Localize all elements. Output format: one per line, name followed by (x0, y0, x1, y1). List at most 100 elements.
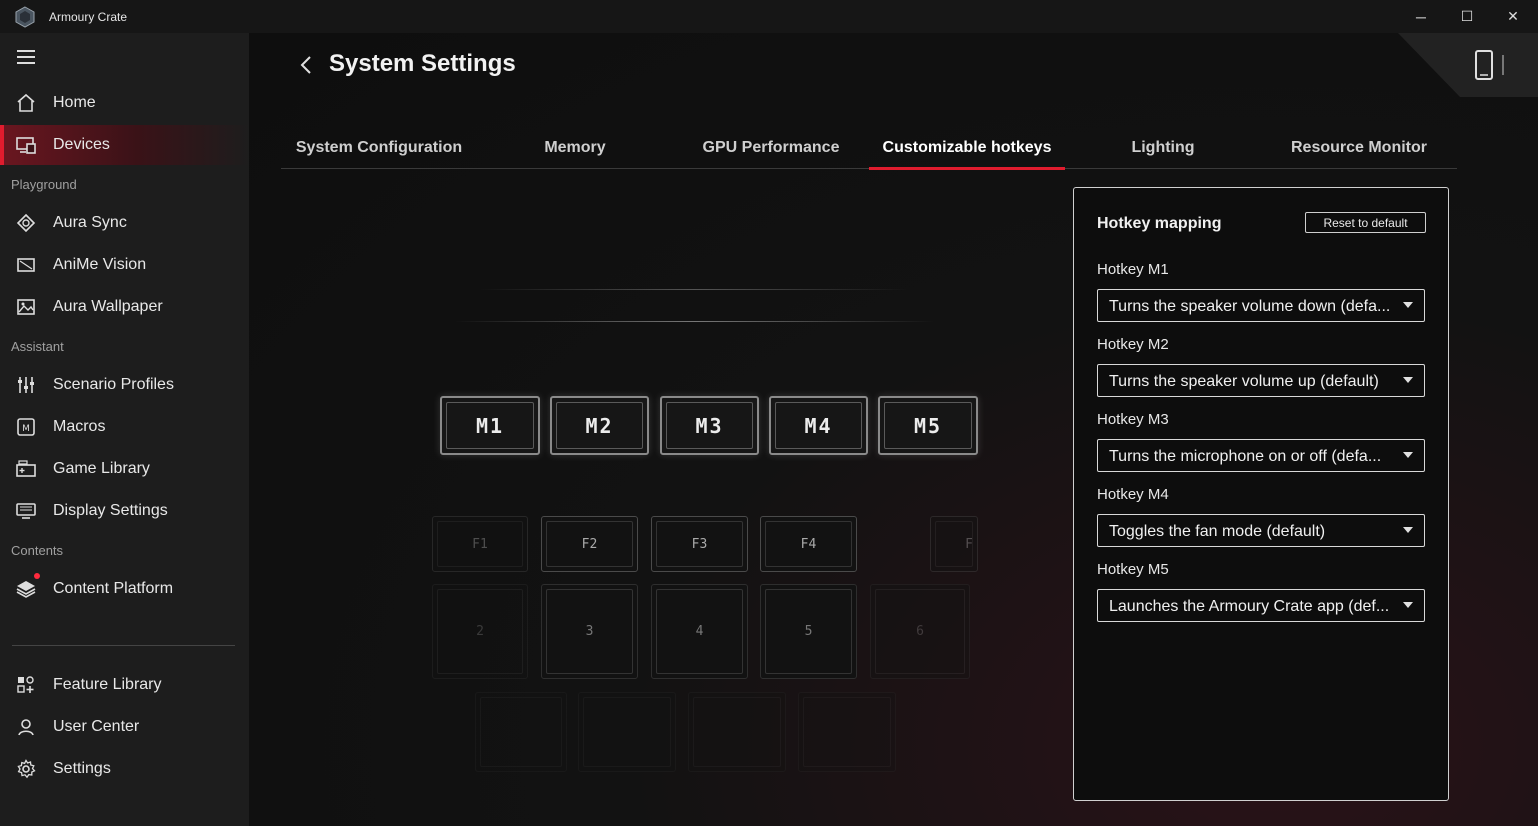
page-title: System Settings (329, 50, 516, 77)
game-library-icon (15, 458, 37, 480)
sidebar-item-label: Aura Sync (53, 214, 127, 231)
keyboard-key (578, 692, 676, 772)
keyboard-edge-line (480, 289, 910, 290)
user-icon (15, 716, 37, 738)
sidebar-item-label: Settings (53, 760, 111, 777)
function-key: F3 (651, 516, 748, 572)
sidebar-item-scenario-profiles[interactable]: Scenario Profiles (0, 365, 249, 405)
sidebar-item-settings[interactable]: Settings (0, 749, 249, 789)
macro-key-m2[interactable]: M2 (550, 396, 649, 455)
caret-down-icon (1403, 527, 1413, 533)
corner-decoration (1398, 33, 1538, 97)
hotkey-label-m1: Hotkey M1 (1097, 261, 1169, 278)
section-label-assistant: Assistant (11, 339, 64, 354)
number-key: 5 (760, 584, 857, 679)
section-label-contents: Contents (11, 543, 64, 558)
sidebar-item-label: Home (53, 94, 96, 111)
maximize-button[interactable]: ☐ (1444, 0, 1490, 33)
sidebar-item-label: Game Library (53, 460, 150, 477)
panel-title: Hotkey mapping (1097, 215, 1222, 232)
hotkey-m1-dropdown[interactable]: Turns the speaker volume down (defa... (1097, 289, 1425, 322)
notification-dot (34, 573, 40, 579)
tab-gpu-performance[interactable]: GPU Performance (673, 126, 869, 169)
sidebar-item-home[interactable]: Home (0, 83, 249, 123)
tab-bar: System Configuration Memory GPU Performa… (281, 126, 1457, 170)
number-key: 6 (870, 584, 970, 679)
macro-key-m4[interactable]: M4 (769, 396, 868, 455)
hotkey-label-m2: Hotkey M2 (1097, 336, 1169, 353)
reset-to-default-button[interactable]: Reset to default (1305, 212, 1426, 233)
sidebar-item-label: Aura Wallpaper (53, 298, 163, 315)
function-key: F1 (432, 516, 528, 572)
menu-icon[interactable] (17, 50, 35, 64)
home-icon (15, 92, 37, 114)
sidebar-item-label: Feature Library (53, 676, 162, 693)
dropdown-value: Turns the microphone on or off (defa... (1109, 448, 1382, 465)
back-arrow-icon[interactable] (298, 54, 314, 76)
title-bar: Armoury Crate ─ ☐ ✕ (0, 0, 1538, 33)
section-label-playground: Playground (11, 177, 77, 192)
anime-vision-icon (15, 254, 37, 276)
dropdown-value: Toggles the fan mode (default) (1109, 523, 1326, 540)
sidebar-divider (12, 645, 235, 646)
sidebar-item-anime-vision[interactable]: AniMe Vision (0, 245, 249, 285)
hotkey-m2-dropdown[interactable]: Turns the speaker volume up (default) (1097, 364, 1425, 397)
sidebar-item-feature-library[interactable]: Feature Library (0, 665, 249, 705)
tab-lighting[interactable]: Lighting (1065, 126, 1261, 169)
sliders-icon (15, 374, 37, 396)
macro-key-m1[interactable]: M1 (440, 396, 540, 455)
svg-text:M: M (22, 424, 30, 434)
armoury-crate-logo-icon (15, 6, 35, 28)
caret-down-icon (1403, 377, 1413, 383)
caret-down-icon (1403, 302, 1413, 308)
display-icon (15, 500, 37, 522)
hotkey-m5-dropdown[interactable]: Launches the Armoury Crate app (def... (1097, 589, 1425, 622)
gear-icon (15, 758, 37, 780)
tab-customizable-hotkeys[interactable]: Customizable hotkeys (869, 126, 1065, 170)
function-key: F2 (541, 516, 638, 572)
macro-key-m5[interactable]: M5 (878, 396, 978, 455)
hotkey-m4-dropdown[interactable]: Toggles the fan mode (default) (1097, 514, 1425, 547)
tab-system-configuration[interactable]: System Configuration (281, 126, 477, 169)
sidebar-item-game-library[interactable]: Game Library (0, 449, 249, 489)
sidebar-item-aura-sync[interactable]: Aura Sync (0, 203, 249, 243)
hotkey-mapping-panel: Hotkey mapping Reset to default Hotkey M… (1073, 187, 1449, 801)
function-key: F (930, 516, 978, 572)
caret-down-icon (1403, 452, 1413, 458)
wallpaper-icon (15, 296, 37, 318)
dropdown-value: Launches the Armoury Crate app (def... (1109, 598, 1390, 615)
tab-memory[interactable]: Memory (477, 126, 673, 169)
hotkey-m3-dropdown[interactable]: Turns the microphone on or off (defa... (1097, 439, 1425, 472)
close-button[interactable]: ✕ (1490, 0, 1536, 33)
sidebar-item-user-center[interactable]: User Center (0, 707, 249, 747)
keyboard-key (475, 692, 567, 772)
sidebar-item-label: Content Platform (53, 580, 174, 597)
devices-icon (15, 134, 37, 156)
sidebar-item-devices[interactable]: Devices (0, 125, 249, 165)
sidebar-item-label: Scenario Profiles (53, 376, 174, 393)
sidebar-item-macros[interactable]: M Macros (0, 407, 249, 447)
macro-key-m3[interactable]: M3 (660, 396, 759, 455)
window-title: Armoury Crate (49, 10, 128, 24)
macro-icon: M (15, 416, 37, 438)
hotkey-label-m3: Hotkey M3 (1097, 411, 1169, 428)
feature-library-icon (15, 674, 37, 696)
number-key: 3 (541, 584, 638, 679)
sidebar-item-label: Display Settings (53, 502, 168, 519)
sidebar-item-display-settings[interactable]: Display Settings (0, 491, 249, 531)
keyboard-key (688, 692, 786, 772)
sidebar-item-label: User Center (53, 718, 140, 735)
device-icon[interactable] (1474, 49, 1508, 81)
hotkey-label-m5: Hotkey M5 (1097, 561, 1169, 578)
hotkey-label-m4: Hotkey M4 (1097, 486, 1169, 503)
sidebar-item-label: Devices (53, 136, 110, 153)
number-key: 2 (432, 584, 528, 679)
aura-sync-icon (15, 212, 37, 234)
minimize-button[interactable]: ─ (1398, 0, 1444, 33)
function-key: F4 (760, 516, 857, 572)
sidebar-item-aura-wallpaper[interactable]: Aura Wallpaper (0, 287, 249, 327)
sidebar-item-label: AniMe Vision (53, 256, 147, 273)
dropdown-value: Turns the speaker volume up (default) (1109, 373, 1379, 390)
tab-resource-monitor[interactable]: Resource Monitor (1261, 126, 1457, 169)
dropdown-value: Turns the speaker volume down (defa... (1109, 298, 1391, 315)
